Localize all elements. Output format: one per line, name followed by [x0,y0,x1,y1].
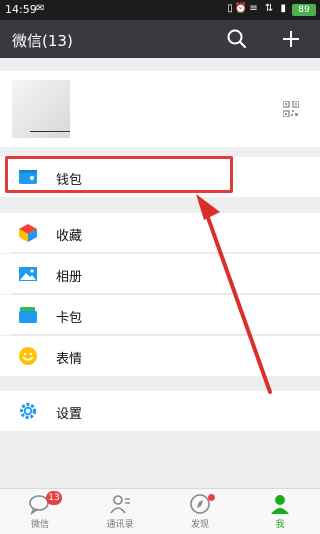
favorites-label: 收藏 [56,229,83,244]
divider [12,334,320,335]
tab-label: 微信 [30,520,49,530]
page-title: 微信(13) [12,32,73,50]
menu-item-cards[interactable]: 卡包 [0,295,320,335]
app-header: 微信(13) [0,20,320,58]
gear-icon [19,402,37,420]
avatar [12,80,70,138]
person-icon [271,495,289,514]
tab-discover[interactable]: 发现 [160,489,240,534]
menu-item-stickers[interactable]: 表情 [0,336,320,376]
settings-label: 设置 [56,407,83,422]
add-icon[interactable] [278,26,304,52]
menu-item-settings[interactable]: 设置 [0,391,320,431]
divider [12,293,320,294]
search-icon[interactable] [224,26,250,52]
menu-item-album[interactable]: 相册 [0,254,320,294]
status-time: 14:59 [5,3,37,16]
contacts-icon [110,495,130,514]
tab-chats[interactable]: 13 微信 [0,489,80,534]
tab-label: 通讯录 [106,520,134,530]
notification-icons: ✉ [36,3,45,14]
menu-item-favorites[interactable]: 收藏 [0,213,320,253]
tab-contacts[interactable]: 通讯录 [80,489,160,534]
tab-label: 发现 [190,520,209,530]
profile-name-redacted [30,131,70,132]
favorites-cube-icon [19,224,37,242]
tab-me[interactable]: 我 [240,489,320,534]
album-image-icon [19,267,37,281]
bottom-tab-bar: 13 微信 通讯录 发现 我 [0,488,320,534]
cards-label: 卡包 [56,311,83,326]
battery-icon: 89 [292,4,316,16]
profile-card[interactable] [0,71,320,147]
divider [12,252,320,253]
smiley-icon [19,347,37,365]
tab-label: 我 [275,520,285,530]
highlight-box [5,156,233,193]
album-label: 相册 [56,270,83,285]
cards-icon [19,307,37,323]
status-bar: 14:59 ✉ ▯⏰≡ ⇅ ▮ 89 [0,0,320,20]
stickers-label: 表情 [56,352,83,367]
new-dot [208,494,215,501]
unread-badge: 13 [46,491,62,505]
qr-code-icon[interactable] [283,101,299,117]
system-icons: ▯⏰≡ ⇅ ▮ [227,3,288,14]
